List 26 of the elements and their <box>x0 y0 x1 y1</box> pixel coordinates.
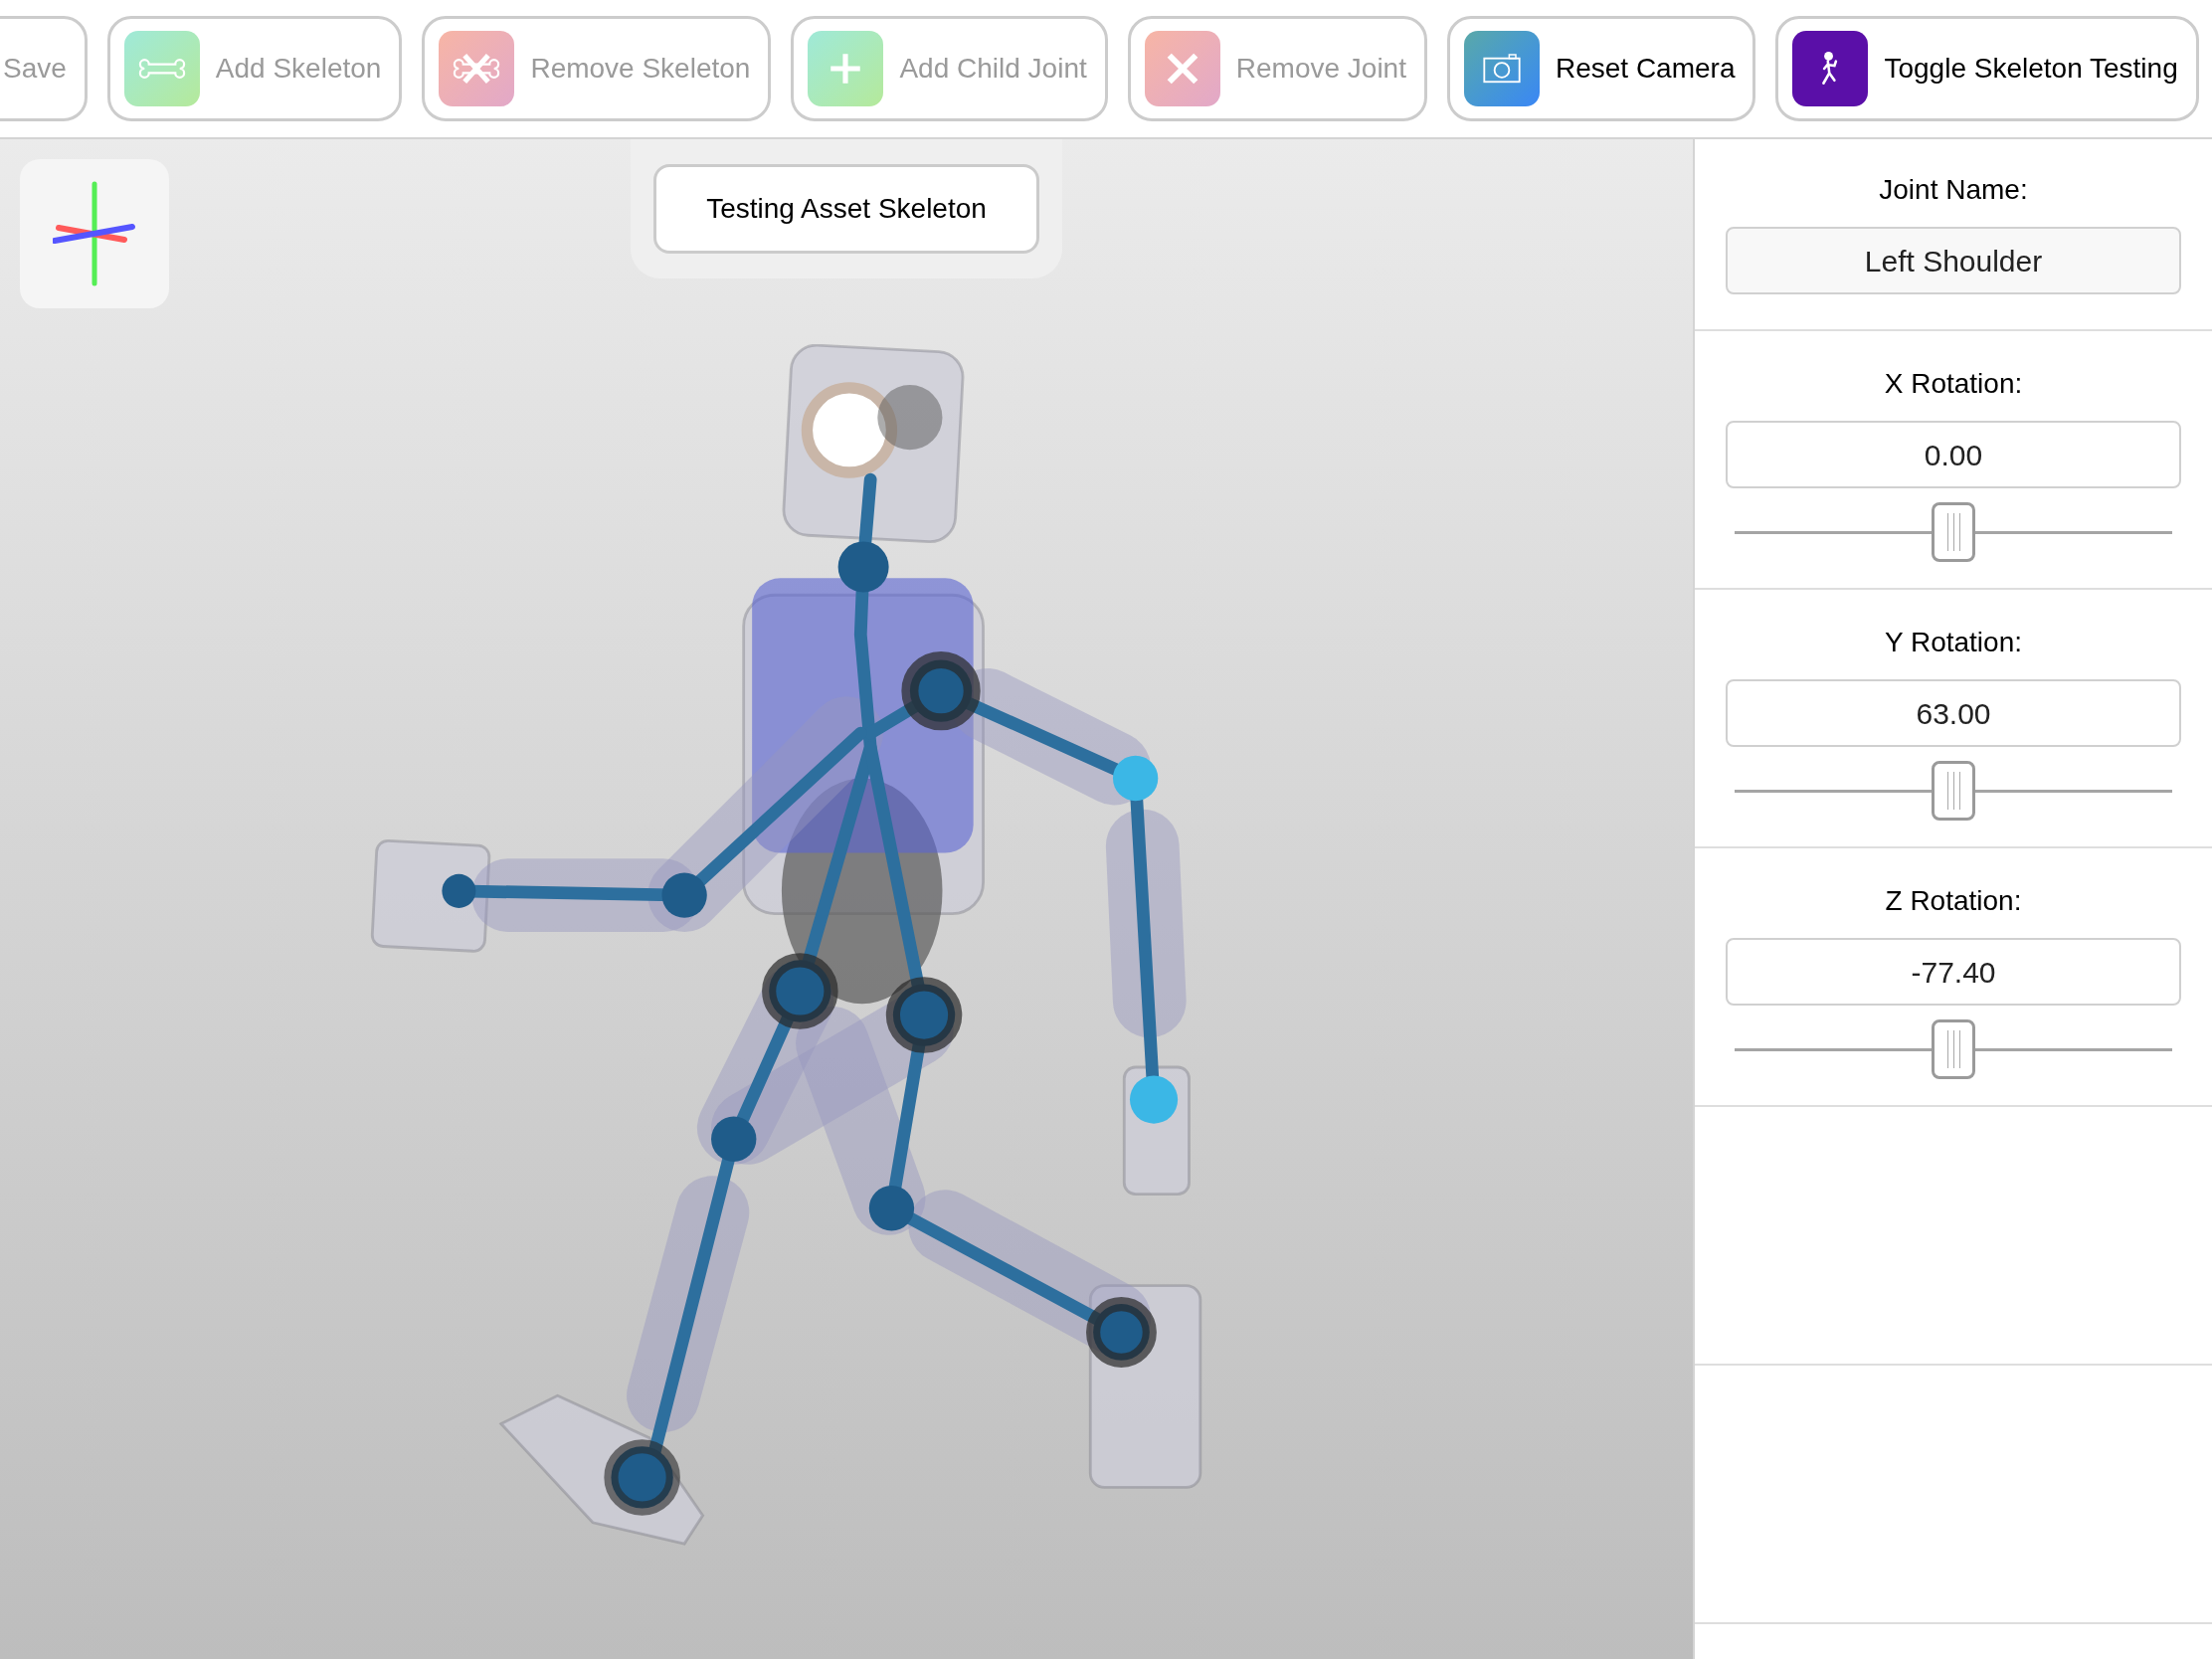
rotation-label: X Rotation: <box>1884 367 2023 401</box>
slider-thumb[interactable] <box>1932 502 1975 562</box>
toolbar-button[interactable]: Toggle Skeleton Testing <box>1775 16 2199 121</box>
slider-thumb[interactable] <box>1932 761 1975 821</box>
rotation-field[interactable]: -77.40 <box>1726 938 2181 1006</box>
asset-title: Testing Asset Skeleton <box>653 164 1039 254</box>
rotation-slider[interactable] <box>1735 759 2172 823</box>
axis-gizmo[interactable] <box>20 159 169 308</box>
3d-viewport[interactable]: Testing Asset Skeleton <box>0 139 1693 1659</box>
rotation-label: Y Rotation: <box>1885 626 2022 659</box>
camera-icon <box>1463 31 1540 106</box>
rotation-label: Z Rotation: <box>1885 884 2022 918</box>
slider-thumb[interactable] <box>1932 1019 1975 1079</box>
toolbar-button[interactable]: Reset Camera <box>1446 16 1756 121</box>
rotation-slider[interactable] <box>1735 1017 2172 1081</box>
running-figure-icon <box>1792 31 1869 106</box>
joint-name-field[interactable]: Left Shoulder <box>1726 227 2181 294</box>
bone-icon <box>123 31 200 106</box>
rotation-slider[interactable] <box>1735 500 2172 564</box>
close-icon <box>1144 31 1220 106</box>
axes-icon <box>53 181 136 286</box>
joint-name-label: Joint Name: <box>1879 173 2028 207</box>
bone-cross-icon <box>439 31 515 106</box>
plus-icon <box>808 31 884 106</box>
rotation-field[interactable]: 0.00 <box>1726 421 2181 488</box>
rotation-field[interactable]: 63.00 <box>1726 679 2181 747</box>
